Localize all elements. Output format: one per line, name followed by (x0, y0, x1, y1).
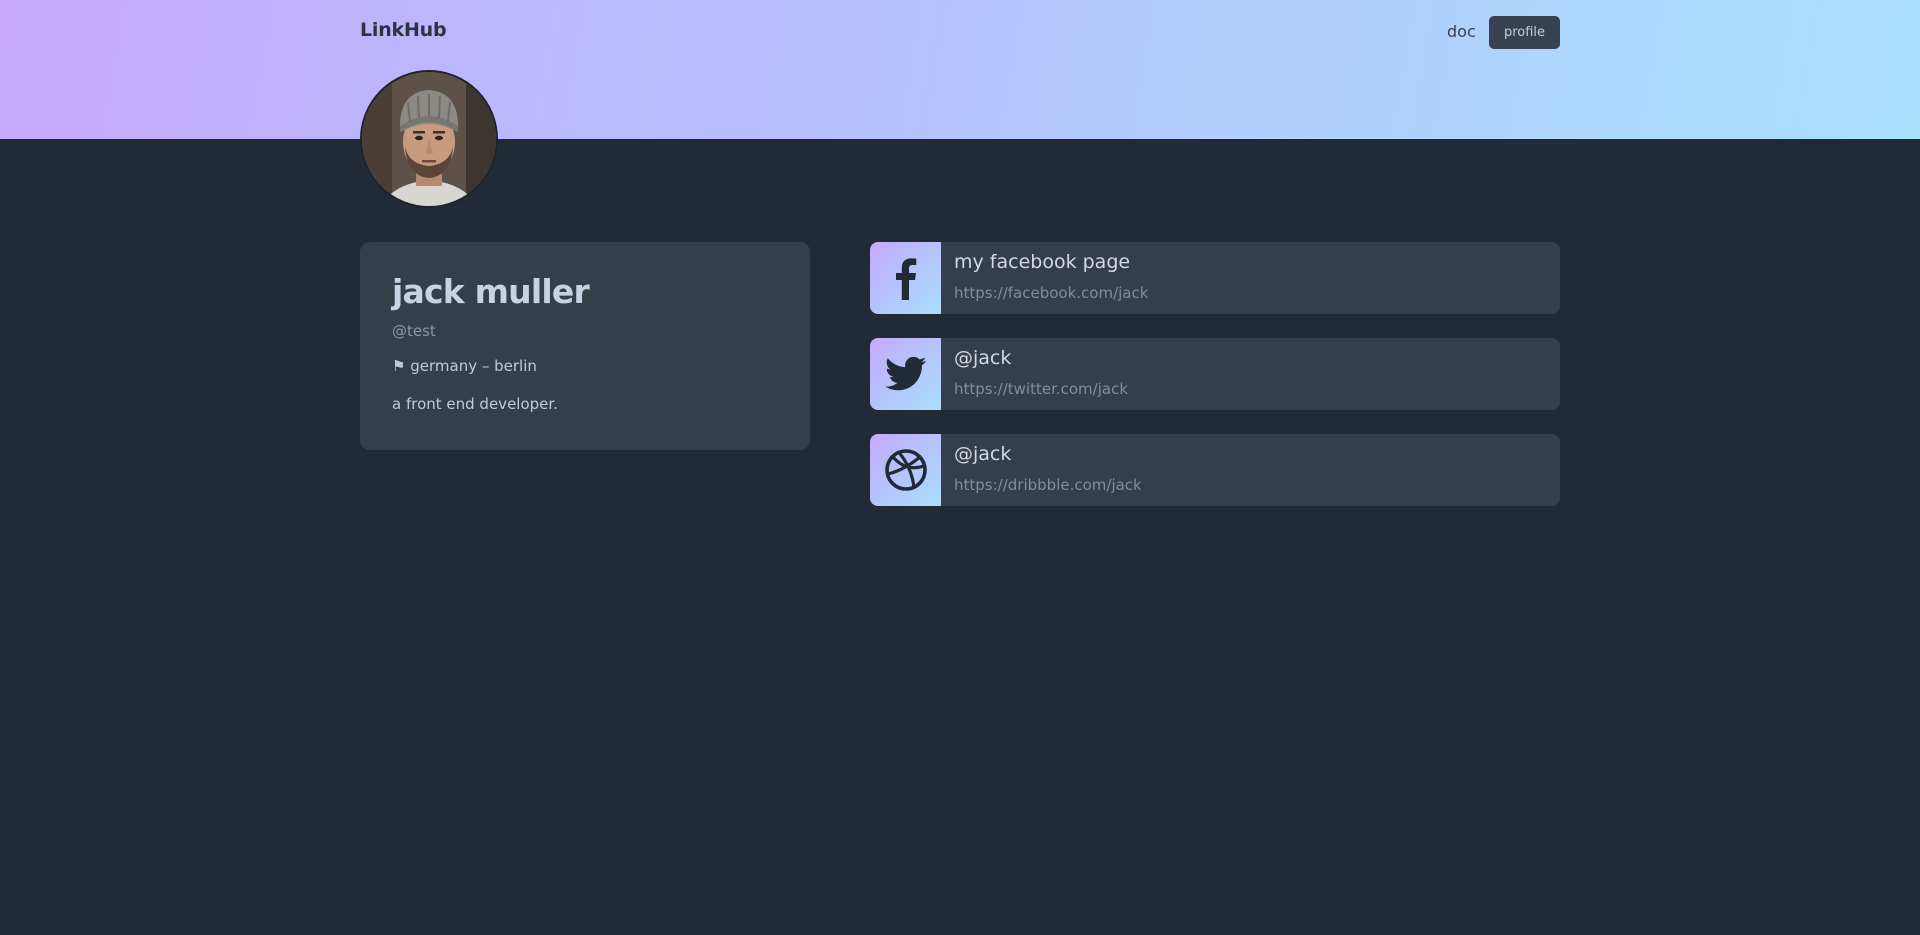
link-card-dribbble[interactable]: @jack https://dribbble.com/jack (870, 434, 1560, 506)
link-title: my facebook page (954, 251, 1131, 273)
link-icon-box (870, 338, 941, 410)
profile-handle: @test (392, 322, 436, 340)
link-card-facebook[interactable]: my facebook page https://facebook.com/ja… (870, 242, 1560, 314)
header-banner: LinkHub doc profile (0, 0, 1920, 139)
nav-doc-link[interactable]: doc (1447, 22, 1476, 41)
twitter-icon (884, 356, 926, 391)
link-url[interactable]: https://dribbble.com/jack (954, 476, 1142, 494)
profile-name: jack muller (392, 272, 590, 311)
profile-location: ⚑ germany – berlin (392, 357, 537, 375)
link-icon-box (870, 434, 941, 506)
link-title: @jack (954, 443, 1012, 465)
flag-icon: ⚑ (392, 357, 406, 375)
brand-logo[interactable]: LinkHub (360, 19, 447, 41)
profile-card: jack muller @test ⚑ germany – berlin a f… (360, 242, 810, 450)
link-url[interactable]: https://twitter.com/jack (954, 380, 1128, 398)
avatar-photo-icon (362, 72, 496, 206)
dribbble-icon (884, 449, 927, 491)
nav-profile-button[interactable]: profile (1489, 16, 1560, 49)
profile-location-text: germany – berlin (410, 357, 537, 375)
link-icon-box (870, 242, 941, 314)
profile-bio: a front end developer. (392, 395, 558, 413)
link-title: @jack (954, 347, 1012, 369)
link-card-twitter[interactable]: @jack https://twitter.com/jack (870, 338, 1560, 410)
facebook-icon (895, 258, 916, 300)
link-url[interactable]: https://facebook.com/jack (954, 284, 1148, 302)
avatar (360, 70, 498, 208)
